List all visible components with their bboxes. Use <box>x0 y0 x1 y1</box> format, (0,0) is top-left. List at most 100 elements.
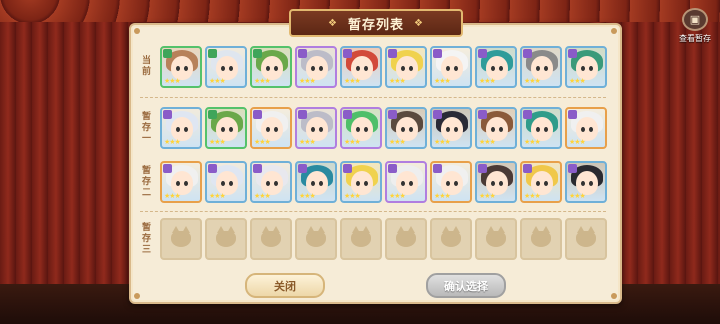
character-slot[interactable]: ★★★ <box>430 46 472 88</box>
empty-slot[interactable] <box>430 218 472 260</box>
character-slot[interactable]: ★★★ <box>295 46 337 88</box>
star-icon: ★★★ <box>569 192 586 200</box>
character-slot[interactable]: ★★★ <box>250 107 292 149</box>
star-icon: ★★★ <box>434 77 451 85</box>
star-icon: ★★★ <box>299 77 316 85</box>
character-eye <box>581 181 585 186</box>
character-eye <box>446 127 450 132</box>
character-slot[interactable]: ★★★ <box>340 161 382 203</box>
character-eye <box>589 66 593 71</box>
character-slot[interactable]: ★★★ <box>385 107 427 149</box>
character-slot[interactable]: ★★★ <box>385 46 427 88</box>
confirm-selection-button[interactable]: 确认选择 <box>426 273 506 298</box>
character-slot[interactable]: ★★★ <box>250 161 292 203</box>
rank-badge-icon <box>388 164 397 173</box>
star-icon: ★★★ <box>479 192 496 200</box>
empty-slot[interactable] <box>520 218 562 260</box>
character-slot[interactable]: ★★★ <box>520 161 562 203</box>
rank-badge-icon <box>523 49 532 58</box>
empty-slot[interactable] <box>295 218 337 260</box>
character-eye <box>491 127 495 132</box>
character-eye <box>229 66 233 71</box>
character-slot[interactable]: ★★★ <box>160 46 202 88</box>
empty-slot[interactable] <box>205 218 247 260</box>
empty-placeholder-icon <box>486 226 506 247</box>
empty-placeholder-icon <box>171 226 191 247</box>
character-slot[interactable]: ★★★ <box>385 161 427 203</box>
rank-badge-icon <box>568 49 577 58</box>
character-eye <box>274 66 278 71</box>
ornament-icon: ❖ <box>414 17 424 29</box>
rank-badge-icon <box>298 49 307 58</box>
rank-badge-icon <box>568 110 577 119</box>
character-slot[interactable]: ★★★ <box>340 107 382 149</box>
divider <box>140 97 606 98</box>
character-eye <box>356 127 360 132</box>
empty-slot[interactable] <box>160 218 202 260</box>
character-eye <box>401 66 405 71</box>
star-icon: ★★★ <box>524 77 541 85</box>
row-label-char: 二 <box>141 187 151 198</box>
star-icon: ★★★ <box>479 138 496 146</box>
star-icon: ★★★ <box>344 192 361 200</box>
row-label-char: 存 <box>141 122 151 133</box>
row-storage-2: 暂 存 二 ★★★ ★★★ ★★★ ★★★ ★★★ ★★★ ★★★ ★★★ ★★★ ★★★ <box>137 159 607 205</box>
corner-ornament <box>611 293 617 299</box>
row-label-char: 存 <box>141 176 151 187</box>
close-button[interactable]: 关闭 <box>245 273 325 298</box>
character-slot[interactable]: ★★★ <box>160 107 202 149</box>
character-slot[interactable]: ★★★ <box>565 46 607 88</box>
rank-badge-icon <box>343 164 352 173</box>
rank-badge-icon <box>523 164 532 173</box>
empty-slot[interactable] <box>340 218 382 260</box>
character-eye <box>364 66 368 71</box>
character-slot[interactable]: ★★★ <box>205 161 247 203</box>
character-slot[interactable]: ★★★ <box>295 107 337 149</box>
character-eye <box>364 181 368 186</box>
character-slot[interactable]: ★★★ <box>160 161 202 203</box>
character-slot[interactable]: ★★★ <box>205 46 247 88</box>
empty-slot[interactable] <box>565 218 607 260</box>
rank-badge-icon <box>298 164 307 173</box>
rank-badge-icon <box>433 164 442 173</box>
ornament-icon: ❖ <box>328 17 338 29</box>
character-slot[interactable]: ★★★ <box>475 161 517 203</box>
character-slot[interactable]: ★★★ <box>250 46 292 88</box>
character-slot[interactable]: ★★★ <box>340 46 382 88</box>
character-slot[interactable]: ★★★ <box>520 46 562 88</box>
star-icon: ★★★ <box>389 77 406 85</box>
character-eye <box>311 127 315 132</box>
star-icon: ★★★ <box>164 138 181 146</box>
empty-slot[interactable] <box>475 218 517 260</box>
star-icon: ★★★ <box>254 77 271 85</box>
character-slot[interactable]: ★★★ <box>475 46 517 88</box>
star-icon: ★★★ <box>209 138 226 146</box>
empty-placeholder-icon <box>306 226 326 247</box>
star-icon: ★★★ <box>254 192 271 200</box>
character-slot[interactable]: ★★★ <box>520 107 562 149</box>
character-eye <box>274 181 278 186</box>
rank-badge-icon <box>478 110 487 119</box>
character-slot[interactable]: ★★★ <box>565 161 607 203</box>
corner-ornament <box>134 293 140 299</box>
character-eye <box>536 66 540 71</box>
character-slot[interactable]: ★★★ <box>205 107 247 149</box>
empty-slot[interactable] <box>385 218 427 260</box>
empty-placeholder-icon <box>216 226 236 247</box>
rank-badge-icon <box>343 110 352 119</box>
row-label: 当 前 <box>141 56 152 78</box>
character-slot[interactable]: ★★★ <box>295 161 337 203</box>
view-storage-button[interactable]: ▣ 查看暂存 <box>674 8 716 44</box>
star-icon: ★★★ <box>569 138 586 146</box>
star-icon: ★★★ <box>524 192 541 200</box>
character-slot[interactable]: ★★★ <box>565 107 607 149</box>
rank-badge-icon <box>208 49 217 58</box>
character-eye <box>454 127 458 132</box>
character-slot[interactable]: ★★★ <box>430 161 472 203</box>
star-icon: ★★★ <box>164 77 181 85</box>
star-icon: ★★★ <box>389 192 406 200</box>
character-slot[interactable]: ★★★ <box>475 107 517 149</box>
star-icon: ★★★ <box>209 77 226 85</box>
character-slot[interactable]: ★★★ <box>430 107 472 149</box>
empty-slot[interactable] <box>250 218 292 260</box>
